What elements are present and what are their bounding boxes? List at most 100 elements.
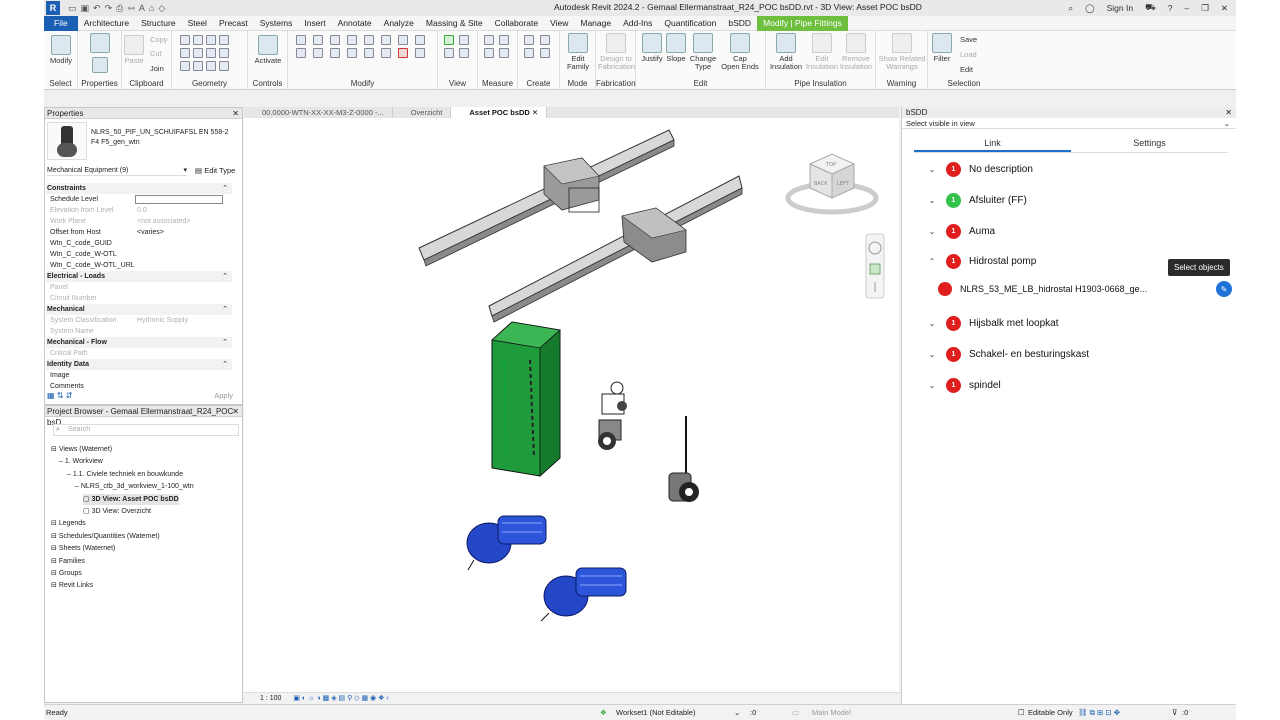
tab-settings[interactable]: Settings xyxy=(1071,135,1228,152)
property-row[interactable]: Wtn_C_code_W-OTL xyxy=(47,249,237,260)
close-icon[interactable]: ✕ xyxy=(232,108,239,119)
pin-icon[interactable] xyxy=(398,35,408,45)
close-icon[interactable]: ✕ xyxy=(232,406,239,417)
property-row[interactable]: Elevation from Level 0.0 xyxy=(47,205,237,216)
save-icon[interactable]: ▣ xyxy=(81,3,90,14)
selection-toggles-icon[interactable]: ⛓ ⧉ ⊞ ⊡ ✥ xyxy=(1078,705,1120,720)
classification-row[interactable]: ⌄ 1 Hijsbalk met loopkat xyxy=(922,313,1222,333)
3d-view-icon[interactable]: ⌂ xyxy=(149,3,154,14)
menu-tab-annotate[interactable]: Annotate xyxy=(332,16,378,31)
minimize-icon[interactable]: – xyxy=(1185,3,1190,13)
edit-type-button[interactable]: ▤ Edit Type xyxy=(195,165,235,176)
offset-icon[interactable] xyxy=(313,35,323,45)
design-option-main[interactable]: Main Model xyxy=(812,705,851,720)
view-scale[interactable]: 1 : 100 xyxy=(260,695,281,702)
hide-icon[interactable] xyxy=(444,35,454,45)
control-cabinet[interactable] xyxy=(491,321,561,477)
print-icon[interactable]: ⎙ xyxy=(116,3,123,14)
edit-pencil-icon[interactable]: ✎ xyxy=(1216,281,1232,297)
undo-icon[interactable]: ↶ xyxy=(93,3,101,14)
classification-row[interactable]: ⌄ 1 No description xyxy=(922,159,1222,179)
menu-tab-steel[interactable]: Steel xyxy=(182,16,213,31)
override-icon[interactable] xyxy=(459,35,469,45)
cut-geometry-icon[interactable] xyxy=(193,35,203,45)
trim-extend-icon[interactable] xyxy=(347,48,357,58)
chevron-down-icon[interactable]: ⌄ xyxy=(922,165,942,174)
change-type-button[interactable]: Change Type xyxy=(688,33,718,71)
instance-filter-dropdown[interactable]: Mechanical Equipment (9) ▾ xyxy=(47,165,187,176)
auma-actuator[interactable] xyxy=(598,381,627,450)
classification-row[interactable]: ⌄ 1 Schakel- en besturingskast xyxy=(922,344,1222,364)
mirror-draw-icon[interactable] xyxy=(347,35,357,45)
menu-tab-collaborate[interactable]: Collaborate xyxy=(489,16,544,31)
uncut-icon[interactable] xyxy=(206,35,216,45)
browser-item[interactable]: ▢ 3D View: Overzicht xyxy=(83,506,151,517)
menu-tab-view[interactable]: View xyxy=(544,16,574,31)
design-to-fabrication-button[interactable]: Design to Fabrication xyxy=(598,33,635,71)
cut-button[interactable]: Cut xyxy=(150,49,162,58)
activate-button[interactable]: Activate xyxy=(254,35,282,65)
menu-tab-modify-pipe-fittings[interactable]: Modify | Pipe Fittings xyxy=(757,15,848,31)
menu-tab-systems[interactable]: Systems xyxy=(254,16,299,31)
scope-dropdown[interactable]: Select visible in view ⌄ xyxy=(902,118,1236,129)
menu-tab-analyze[interactable]: Analyze xyxy=(378,16,420,31)
view-cube[interactable]: BACK LEFT TOP xyxy=(785,153,879,215)
restore-icon[interactable]: ❐ xyxy=(1201,3,1209,14)
array-icon[interactable] xyxy=(381,48,391,58)
create-assembly-icon[interactable] xyxy=(524,35,534,45)
property-row[interactable]: Circuit Number xyxy=(47,293,237,304)
classification-row[interactable]: ⌄ 1 Afsluiter (FF) xyxy=(922,190,1222,210)
menu-tab-insert[interactable]: Insert xyxy=(298,16,331,31)
split-icon[interactable] xyxy=(381,35,391,45)
properties-section[interactable]: Mechanical - Flow ⌃ xyxy=(46,337,232,348)
spindle-valve[interactable] xyxy=(668,416,699,502)
browser-item[interactable]: ⊟ Sheets (Waternet) xyxy=(51,543,115,554)
3d-view-canvas[interactable]: BACK LEFT TOP xyxy=(244,118,899,692)
demolish-icon[interactable] xyxy=(206,48,216,58)
spot-icon[interactable] xyxy=(499,48,509,58)
paint-icon[interactable] xyxy=(193,48,203,58)
menu-tab-bsdd[interactable]: bSDD xyxy=(722,16,757,31)
chevron-down-icon[interactable]: ⌄ xyxy=(922,227,942,236)
linked-object-row[interactable]: NLRS_53_ME_LB_hidrostal H1903-0668_ge... xyxy=(934,279,1224,299)
properties-section[interactable]: Constraints ⌃ xyxy=(46,183,232,194)
section-icon[interactable]: ◇ xyxy=(158,3,165,14)
cart-icon[interactable]: ⛟ xyxy=(1145,2,1156,14)
remove-paint-icon[interactable] xyxy=(219,48,229,58)
chevron-up-icon[interactable]: ⌃ xyxy=(922,257,942,266)
close-icon[interactable]: ✕ xyxy=(1221,3,1228,14)
chevron-down-icon[interactable]: ⌄ xyxy=(922,196,942,205)
worksets-icon[interactable]: ❖ xyxy=(600,705,607,720)
filter-button[interactable]: Filter xyxy=(930,33,954,63)
browser-item[interactable]: ⊟ Views (Waternet) xyxy=(51,444,112,455)
menu-tab-structure[interactable]: Structure xyxy=(135,16,182,31)
redo-icon[interactable]: ↷ xyxy=(105,3,113,14)
create-parts-icon[interactable] xyxy=(540,35,550,45)
browser-search[interactable]: ⌕ Search xyxy=(53,424,239,436)
sign-in-link[interactable]: Sign In xyxy=(1107,3,1133,13)
menu-tab-quantification[interactable]: Quantification xyxy=(658,16,722,31)
mirror-axis-icon[interactable] xyxy=(330,35,340,45)
menu-tab-file[interactable]: File xyxy=(44,15,78,31)
search-icon[interactable]: ⌕ xyxy=(1068,3,1073,14)
properties-button[interactable] xyxy=(88,57,112,75)
add-insulation-button[interactable]: Add Insulation xyxy=(768,33,804,71)
scale-icon[interactable] xyxy=(415,35,425,45)
copy-button[interactable]: Copy xyxy=(150,35,168,44)
properties-section[interactable]: Identity Data ⌃ xyxy=(46,359,232,370)
align-icon[interactable] xyxy=(296,35,306,45)
type-properties-button[interactable] xyxy=(88,33,112,55)
property-row[interactable]: Offset from Host <varies> xyxy=(47,227,237,238)
open-icon[interactable]: ▭ xyxy=(68,3,77,14)
apply-button[interactable]: Apply xyxy=(214,391,233,400)
menu-tab-precast[interactable]: Precast xyxy=(213,16,254,31)
properties-section[interactable]: Electrical - Loads ⌃ xyxy=(46,271,232,282)
edit-family-button[interactable]: Edit Family xyxy=(562,33,594,71)
wall-joins-icon[interactable] xyxy=(219,35,229,45)
browser-item[interactable]: ⊟ Revit Links xyxy=(51,580,93,591)
property-row[interactable]: Work Plane <not associated> xyxy=(47,216,237,227)
browser-item[interactable]: ⊟ Groups xyxy=(51,568,82,579)
browser-item[interactable]: – 1. Workview xyxy=(59,456,103,467)
editable-only-checkbox[interactable]: ☐ xyxy=(1018,705,1025,720)
linework-icon[interactable] xyxy=(444,48,454,58)
